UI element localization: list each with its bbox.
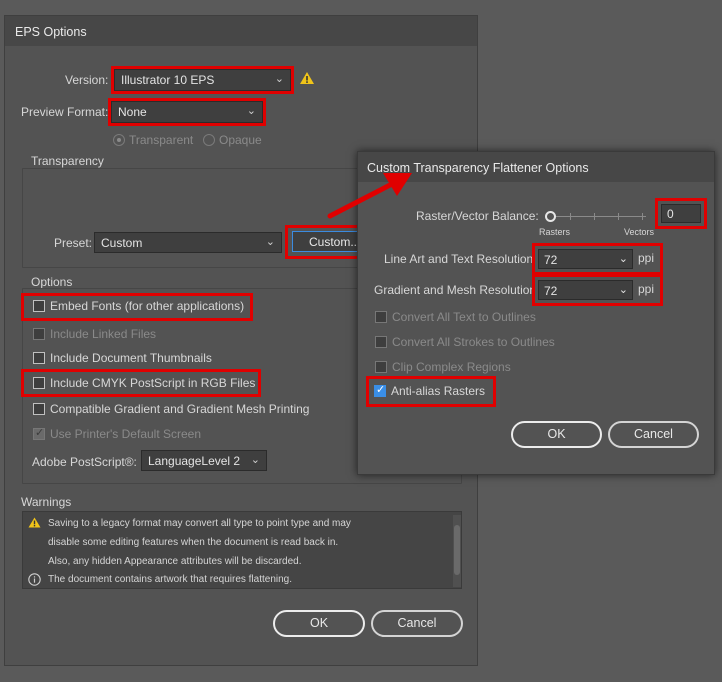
- annotation-arrow: [327, 173, 412, 219]
